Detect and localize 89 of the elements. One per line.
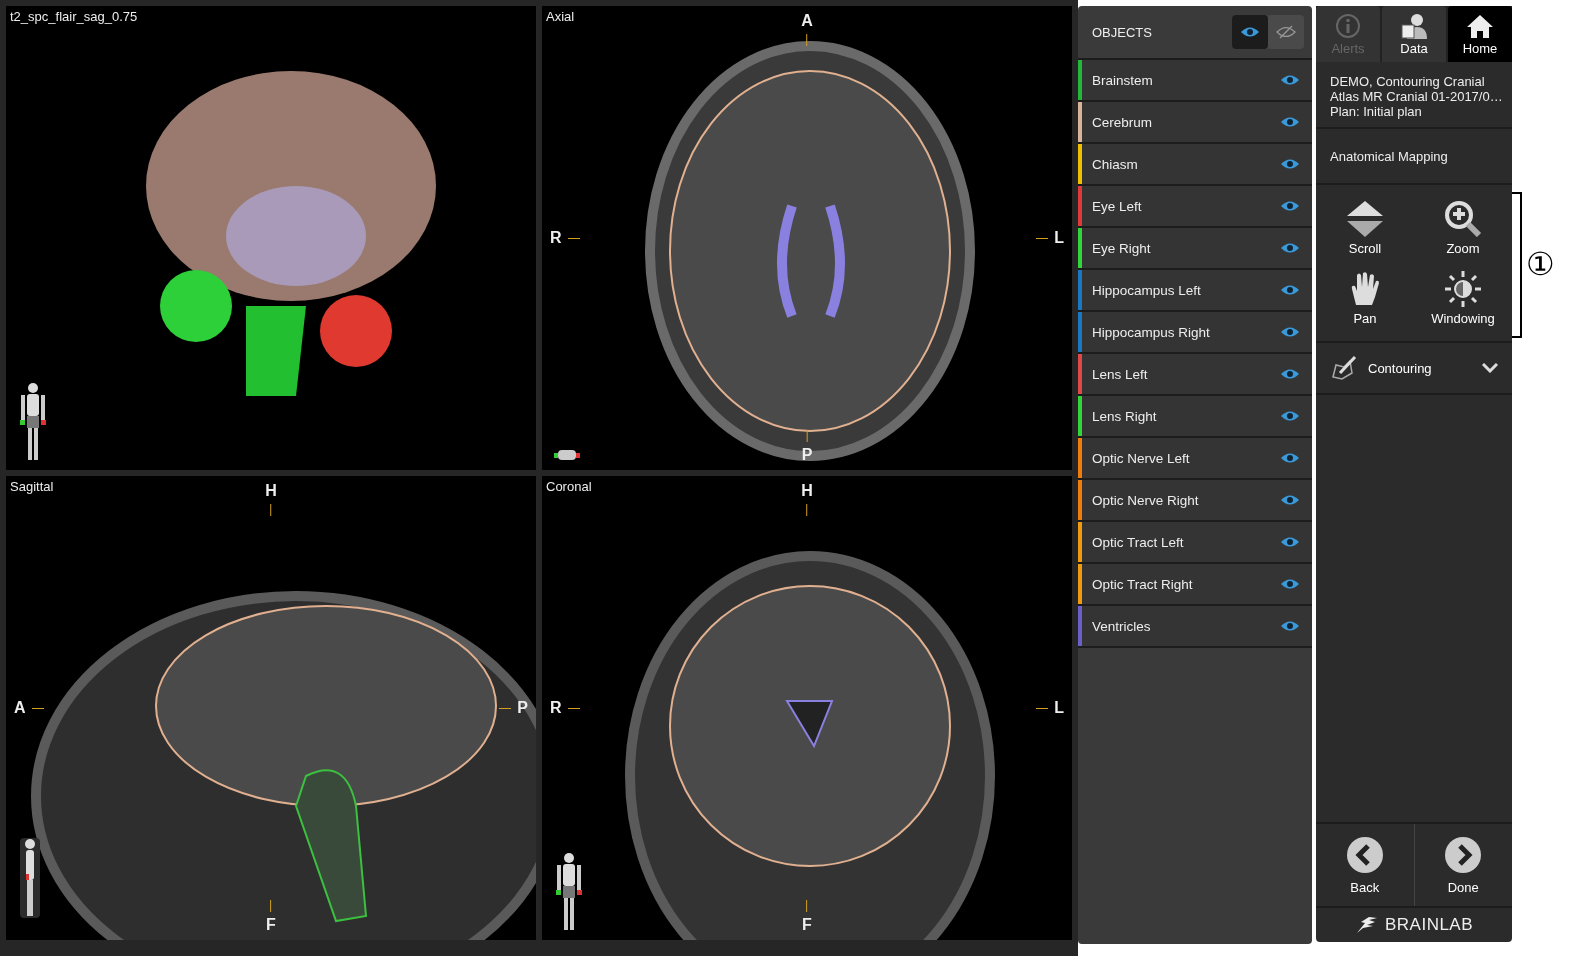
eye-icon	[1280, 284, 1300, 296]
object-row[interactable]: Eye Left	[1078, 186, 1312, 228]
scroll-arrows-icon	[1345, 200, 1385, 237]
object-row[interactable]: Optic Nerve Left	[1078, 438, 1312, 480]
brightness-icon	[1445, 270, 1481, 307]
orientation-marker: L	[1054, 699, 1064, 717]
orientation-marker: H	[801, 482, 813, 500]
viewport[interactable]: t2_spc_flair_sag_0.75	[6, 6, 536, 470]
tool-button[interactable]: Scroll	[1316, 193, 1414, 263]
eye-icon	[1280, 578, 1300, 590]
eye-icon	[1280, 410, 1300, 422]
orientation-marker: A	[801, 12, 813, 30]
chevron-right-icon	[1444, 835, 1483, 874]
orientation-marker: P	[801, 446, 813, 464]
person-document-icon	[1400, 12, 1428, 39]
object-row[interactable]: Optic Tract Right	[1078, 564, 1312, 606]
eye-icon	[1240, 26, 1260, 38]
hide-all-button[interactable]	[1268, 15, 1304, 49]
orientation-marker: F	[266, 916, 276, 934]
brush-contour-icon	[1330, 355, 1358, 381]
info-icon	[1335, 12, 1361, 39]
nav-tab[interactable]: Home	[1448, 6, 1512, 62]
viewport-label: Sagittal	[10, 479, 54, 494]
back-button[interactable]: Back	[1316, 824, 1414, 906]
object-row[interactable]: Cerebrum	[1078, 102, 1312, 144]
object-row[interactable]: Eye Right	[1078, 228, 1312, 270]
orientation-marker: P	[517, 699, 528, 717]
object-name: Cerebrum	[1091, 114, 1154, 130]
object-row[interactable]: Optic Tract Left	[1078, 522, 1312, 564]
chevron-icon	[1482, 363, 1498, 373]
object-name: Hippocampus Right	[1091, 324, 1211, 340]
person-figure-icon	[20, 838, 40, 918]
object-name: Lens Right	[1091, 408, 1158, 424]
panel-title: OBJECTS	[1092, 24, 1152, 40]
viewport[interactable]: Coronal H F R L	[542, 476, 1072, 940]
object-row[interactable]: Lens Left	[1078, 354, 1312, 396]
orientation-marker: H	[265, 482, 277, 500]
callout-number: ①	[1526, 245, 1555, 283]
viewport[interactable]: Sagittal H F A P	[6, 476, 536, 940]
object-name: Chiasm	[1091, 156, 1139, 172]
viewport-label: Axial	[546, 9, 575, 24]
orientation-marker: R	[550, 699, 562, 717]
step-title: Anatomical Mapping	[1330, 148, 1448, 164]
show-all-button[interactable]	[1232, 15, 1268, 49]
object-name: Hippocampus Left	[1091, 282, 1202, 298]
tool-button[interactable]: Pan	[1316, 263, 1414, 333]
object-row[interactable]: Chiasm	[1078, 144, 1312, 186]
object-name: Eye Right	[1091, 240, 1152, 256]
object-name: Optic Nerve Left	[1091, 450, 1191, 466]
zoom-in-icon	[1444, 200, 1482, 237]
object-row[interactable]: Hippocampus Left	[1078, 270, 1312, 312]
orientation-marker: A	[14, 699, 26, 717]
object-name: Optic Tract Right	[1091, 576, 1194, 592]
orientation-marker: F	[802, 916, 812, 934]
nav-tab[interactable]: Data	[1382, 6, 1446, 62]
eye-icon	[1280, 452, 1300, 464]
eye-icon	[1280, 536, 1300, 548]
eye-icon	[1280, 494, 1300, 506]
object-name: Brainstem	[1091, 72, 1154, 88]
object-row[interactable]: Optic Nerve Right	[1078, 480, 1312, 522]
chevron-left-icon	[1345, 835, 1384, 874]
object-name: Eye Left	[1091, 198, 1143, 214]
object-name: Optic Tract Left	[1091, 534, 1185, 550]
object-row[interactable]: Brainstem	[1078, 60, 1312, 102]
object-name: Optic Nerve Right	[1091, 492, 1200, 508]
eye-icon	[1280, 326, 1300, 338]
eye-icon	[1280, 158, 1300, 170]
tool-button[interactable]: Zoom	[1414, 193, 1512, 263]
orientation-marker: L	[1054, 229, 1064, 247]
object-row[interactable]: Lens Right	[1078, 396, 1312, 438]
object-row[interactable]: Hippocampus Right	[1078, 312, 1312, 354]
eye-icon	[1280, 200, 1300, 212]
eye-icon	[1280, 620, 1300, 632]
viewport[interactable]: Axial A P R L	[542, 6, 1072, 470]
orientation-marker: R	[550, 229, 562, 247]
eye-icon	[1280, 116, 1300, 128]
viewport-label: Coronal	[546, 479, 592, 494]
eye-slash-icon	[1276, 25, 1296, 39]
eye-icon	[1280, 242, 1300, 254]
object-row[interactable]: Ventricles	[1078, 606, 1312, 648]
home-icon	[1466, 12, 1494, 39]
head-figure-icon	[552, 448, 582, 462]
eye-icon	[1280, 74, 1300, 86]
eye-icon	[1280, 368, 1300, 380]
done-button[interactable]: Done	[1413, 824, 1512, 906]
tool-button[interactable]: Windowing	[1414, 263, 1512, 333]
object-name: Ventricles	[1091, 618, 1152, 634]
viewport-label: t2_spc_flair_sag_0.75	[10, 9, 138, 24]
object-name: Lens Left	[1091, 366, 1149, 382]
